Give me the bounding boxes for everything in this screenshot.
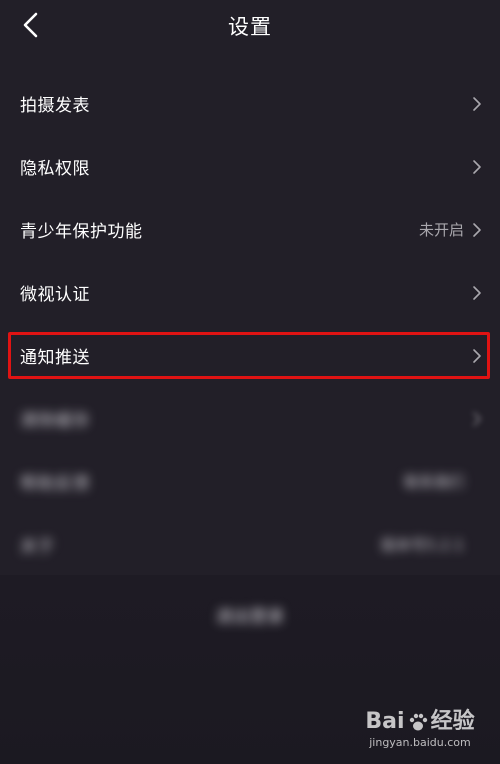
chevron-right-icon [470,347,484,365]
settings-screen: 设置 拍摄发表 隐私权限 青少年保护功能 未开启 微视认证 通知推送 清除缓存 … [0,0,500,764]
chevron-right-icon [470,410,484,428]
settings-item-verification[interactable]: 微视认证 [0,261,500,324]
settings-item-privacy[interactable]: 隐私权限 [0,135,500,198]
settings-item-about[interactable]: 关于 版本号5.2.1 [0,513,500,576]
settings-item-label: 清除缓存 [20,411,90,431]
watermark-url: jingyan.baidu.com [369,736,471,749]
logout-button[interactable]: 退出登录 [150,594,350,634]
watermark-logo-suffix: 经验 [430,709,475,734]
settings-item-label: 青少年保护功能 [20,222,143,242]
settings-item-clear-cache[interactable]: 清除缓存 [0,387,500,450]
chevron-right-icon [470,158,484,176]
settings-item-notifications[interactable]: 通知推送 [0,324,500,387]
page-title: 设置 [228,15,272,39]
paw-icon [409,713,427,731]
watermark-logo-prefix: Bai [365,709,405,734]
settings-item-label: 微视认证 [20,285,90,305]
settings-item-label: 拍摄发表 [20,96,90,116]
settings-item-shoot-publish[interactable]: 拍摄发表 [0,72,500,135]
settings-item-label: 通知推送 [20,348,90,368]
chevron-right-icon [470,95,484,113]
settings-item-youth-protection[interactable]: 青少年保护功能 未开启 [0,198,500,261]
chevron-right-icon [470,221,484,239]
settings-list: 拍摄发表 隐私权限 青少年保护功能 未开启 微视认证 通知推送 清除缓存 帮助反… [0,72,500,576]
settings-item-label: 隐私权限 [20,159,90,179]
header: 设置 [0,0,500,52]
settings-item-label: 帮助反馈 [20,474,90,494]
settings-item-help-feedback[interactable]: 帮助反馈 联系我们 [0,450,500,513]
settings-item-label: 关于 [20,537,55,557]
version-value: 版本号5.2.1 [380,536,464,554]
settings-item-value: 联系我们 [403,473,464,491]
youth-protection-status: 未开启 [418,221,464,239]
chevron-right-icon [470,284,484,302]
baidu-jingyan-watermark: Bai 经验 jingyan.baidu.com [360,710,480,750]
watermark-logo: Bai 经验 [360,710,480,734]
